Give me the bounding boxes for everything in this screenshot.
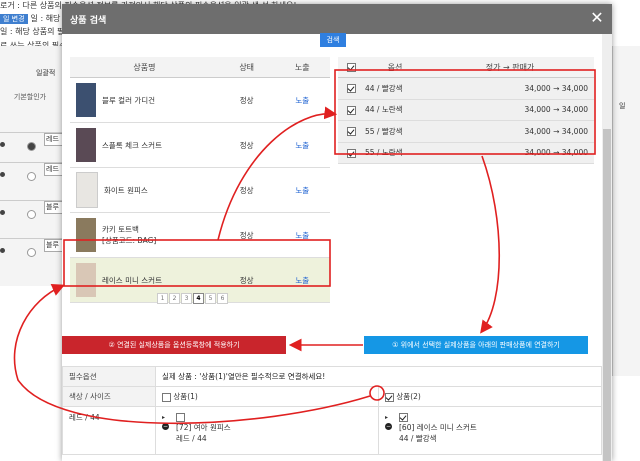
bg-right-column: 일	[612, 46, 640, 376]
item2-checkbox[interactable]	[399, 412, 408, 422]
product-code: [상품코드: BAG]	[102, 236, 157, 245]
product-thumbnail	[76, 263, 96, 297]
col-product-name: 상품명	[70, 57, 219, 78]
option-price: 34,000 → 34,000	[426, 99, 594, 121]
col-option: 옵션	[364, 57, 426, 78]
option-row[interactable]: 44 / 빨강색 34,000 → 34,000	[338, 77, 594, 100]
bg-row[interactable]: 블루	[0, 238, 65, 267]
option-price: 34,000 → 34,000	[426, 142, 594, 164]
product2-label: 상품(2)	[396, 392, 421, 401]
option-label: 55 / 빨강색	[364, 120, 426, 143]
option-row[interactable]: 44 / 노란색 34,000 → 34,000	[338, 99, 594, 121]
option-checkbox[interactable]	[346, 148, 356, 158]
page-link[interactable]: 2	[169, 293, 180, 304]
item1-checkbox[interactable]	[176, 412, 185, 422]
modal-scrollbar[interactable]	[602, 34, 612, 461]
product-name[interactable]: 레이스 미니 스커트	[102, 275, 162, 286]
option-checkbox[interactable]	[346, 127, 356, 136]
connect-selected-product-button[interactable]: ① 위에서 선택한 실제상품을 아래의 판매상품에 연결하기	[364, 336, 588, 354]
product-status: 정상	[218, 167, 275, 213]
product-status: 정상	[218, 212, 275, 258]
product-name[interactable]: 화이트 원피스	[104, 185, 148, 196]
option-checkbox[interactable]	[346, 105, 356, 115]
product-expose: 노출	[274, 212, 330, 258]
product-thumbnail	[76, 83, 96, 117]
product-expose: 노출	[274, 167, 330, 213]
remove-icon[interactable]: −	[162, 422, 169, 430]
product-row[interactable]: 스플록 체크 스커트 정상 노출	[70, 122, 330, 168]
product-thumbnail	[76, 218, 96, 252]
select-all-checkbox[interactable]	[346, 62, 356, 72]
page-link[interactable]: 3	[181, 293, 192, 304]
option-row[interactable]: 55 / 노란색 34,000 → 34,000	[338, 142, 594, 164]
product-row[interactable]: 블루 컬러 가디건 정상 노출	[70, 77, 330, 123]
product-thumbnail	[76, 128, 96, 162]
close-icon[interactable]: ✕	[588, 9, 606, 27]
item1-title: [72] 여아 원피스	[176, 422, 231, 432]
page-link[interactable]: 1	[157, 293, 168, 304]
col-price: 정가 → 판매가	[426, 57, 594, 78]
product-thumbnail	[76, 172, 98, 208]
product-expose: 노출	[274, 77, 330, 123]
scrollbar-thumb[interactable]	[603, 129, 611, 461]
option-price: 34,000 → 34,000	[426, 77, 594, 100]
product-table: 상품명 상태 노출 블루 컬러 가디건 정상 노출 스플록 체크 스커트 정상 …	[70, 57, 330, 303]
bg-row[interactable]: 블루	[0, 200, 65, 229]
modal-header: 상품 검색 ✕	[62, 4, 612, 34]
modal-title: 상품 검색	[70, 16, 107, 26]
product-status: 정상	[218, 77, 275, 123]
option-label: 44 / 노란색	[364, 99, 426, 121]
pagination: 123456	[157, 293, 229, 304]
col-status: 상태	[218, 57, 275, 78]
option-table: 옵션 정가 → 판매가 44 / 빨강색 34,000 → 34,000 44 …	[338, 57, 594, 164]
product-row[interactable]: 화이트 원피스 정상 노출	[70, 167, 330, 213]
item1-sub: 레드 / 44	[176, 433, 207, 443]
product-name[interactable]: 블루 컬러 가디건	[102, 95, 155, 106]
required-option-text: 실제 상품 : '상품(1)'열만은 필수적으로 연결하세요!	[155, 366, 602, 387]
item2-title: [60] 레이스 미니 스커트	[399, 422, 477, 432]
page-link[interactable]: 5	[205, 293, 216, 304]
product2-checkbox[interactable]	[385, 392, 394, 402]
option-row[interactable]: 55 / 빨강색 34,000 → 34,000	[338, 120, 594, 143]
product-name[interactable]: 스플록 체크 스커트	[102, 140, 162, 151]
page-link[interactable]: 6	[217, 293, 228, 304]
page-link-current[interactable]: 4	[193, 293, 204, 304]
bg-tab-label: 일괄적	[36, 69, 56, 77]
required-option-table: 필수옵션 실제 상품 : '상품(1)'열만은 필수적으로 연결하세요! 색상 …	[62, 366, 602, 455]
bg-change-badge[interactable]: 일 변경	[0, 14, 28, 24]
product-status: 정상	[218, 122, 275, 168]
item2-sub: 44 / 빨강색	[399, 433, 437, 443]
product1-label: 상품(1)	[173, 392, 198, 401]
search-button[interactable]: 검색	[320, 33, 346, 47]
col-expose: 노출	[274, 57, 330, 78]
variant-row-label: 레드 / 44	[62, 406, 156, 455]
option-checkbox[interactable]	[346, 84, 356, 93]
option-price: 34,000 → 34,000	[426, 120, 594, 143]
required-option-label: 필수옵션	[62, 366, 156, 387]
product-expose: 노출	[274, 122, 330, 168]
remove-icon[interactable]: −	[385, 422, 392, 430]
apply-to-option-form-button[interactable]: ② 연결된 실제상품을 옵션등록창에 적용하기	[62, 336, 286, 354]
product1-checkbox[interactable]	[162, 392, 171, 402]
option-label: 55 / 노란색	[364, 142, 426, 164]
option-label: 44 / 빨강색	[364, 77, 426, 100]
product-expose: 노출	[274, 257, 330, 303]
bg-row[interactable]: 레드	[0, 162, 65, 191]
product-name[interactable]: 카키 토트백	[102, 224, 156, 235]
product-search-modal: 상품 검색 ✕ 검색 상품명 상태 노출 블루 컬러 가디건 정상 노출 스플록…	[62, 4, 612, 461]
bg-row[interactable]: 레드	[0, 132, 65, 161]
bg-col-header: 기본할인가	[13, 93, 47, 101]
product-row[interactable]: 카키 토트백 [상품코드: BAG] 정상 노출	[70, 212, 330, 258]
color-size-label: 색상 / 사이즈	[62, 386, 156, 407]
